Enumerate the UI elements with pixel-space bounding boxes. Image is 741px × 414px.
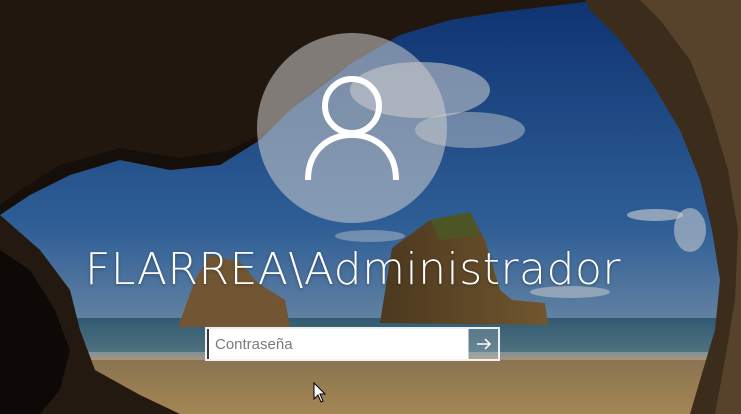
mouse-pointer-icon — [313, 382, 327, 403]
user-avatar — [257, 33, 447, 223]
arrow-right-icon — [476, 338, 491, 350]
submit-button[interactable] — [468, 329, 498, 359]
password-input[interactable] — [207, 329, 469, 359]
password-box — [205, 327, 500, 361]
user-silhouette-icon — [305, 76, 399, 181]
username-label: FLARREA\Administrador — [85, 244, 621, 295]
